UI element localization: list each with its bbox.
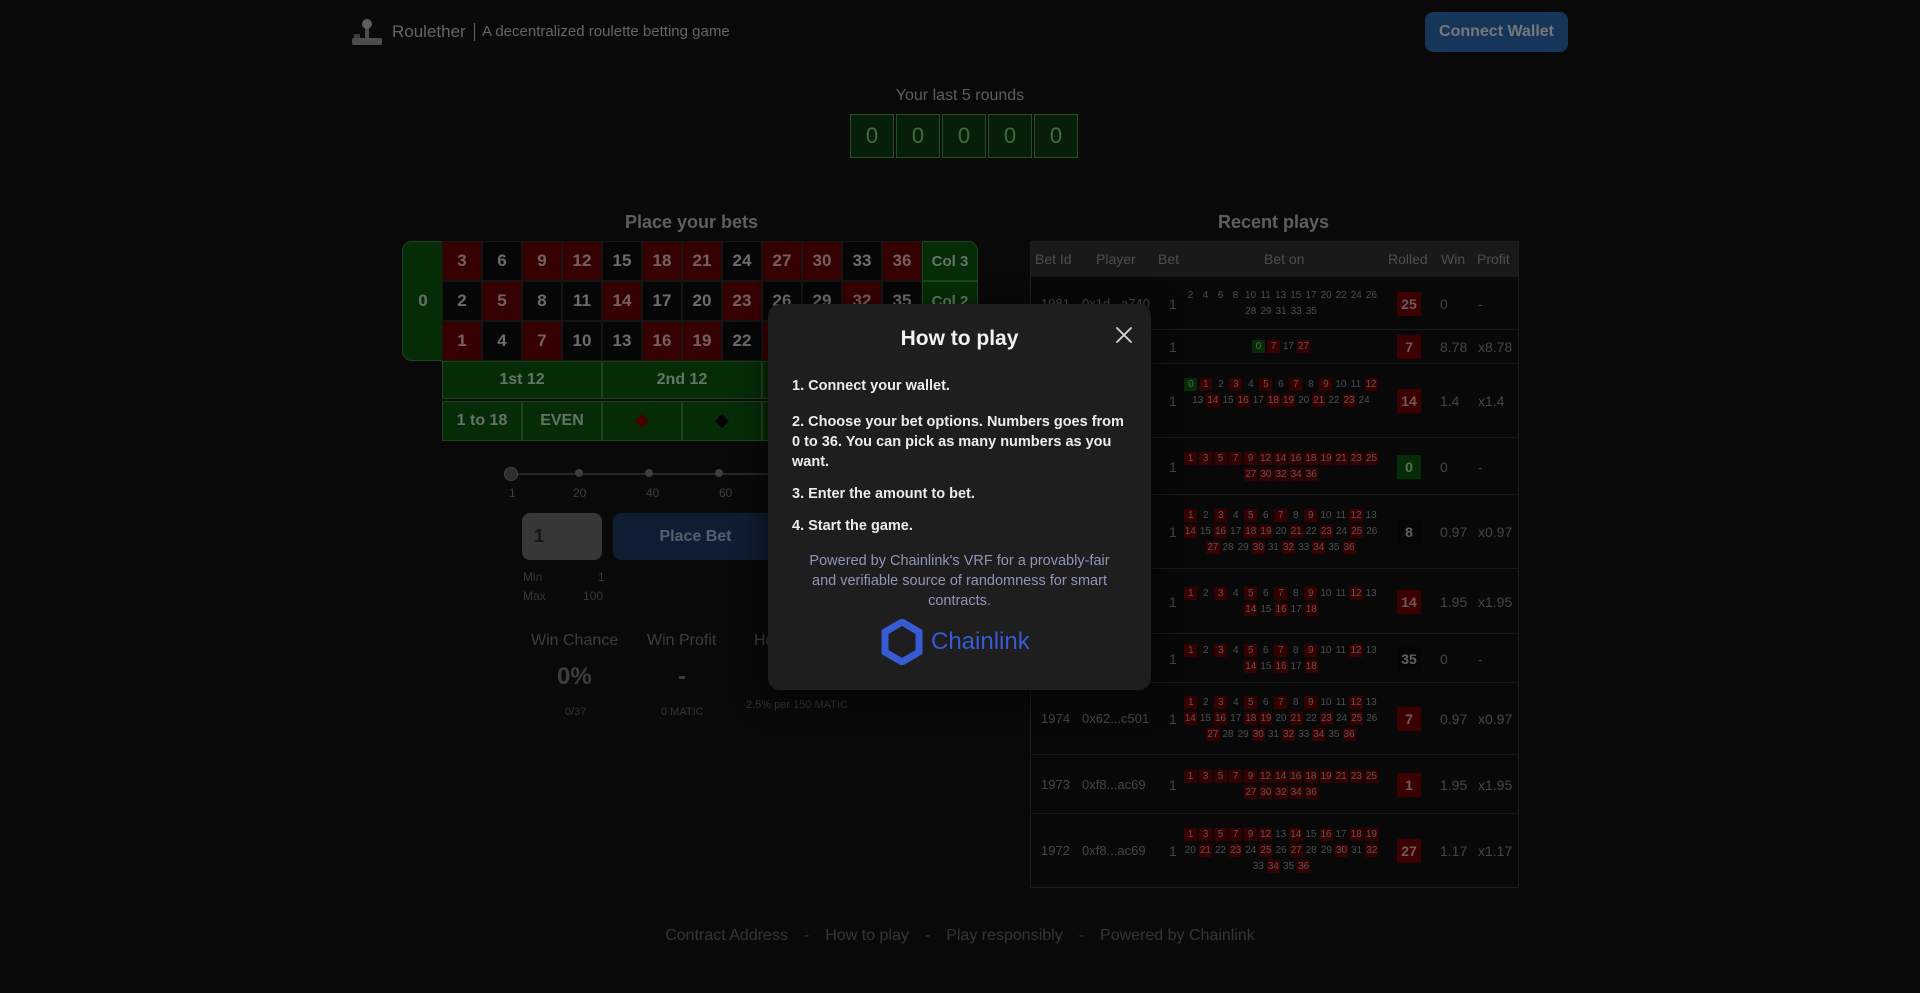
how-to-play-modal: How to play 1. Connect your wallet. 2. C… [768, 304, 1151, 690]
modal-step-3: 3. Enter the amount to bet. [792, 486, 975, 502]
chainlink-logo-text: Chainlink [931, 628, 1030, 655]
chainlink-logo[interactable]: Chainlink [881, 619, 1030, 665]
modal-step-2: 2. Choose your bet options. Numbers goes… [792, 414, 1124, 470]
modal-step-1: 1. Connect your wallet. [792, 378, 950, 394]
chainlink-hexagon-icon [881, 619, 923, 665]
close-icon[interactable] [1113, 324, 1135, 346]
modal-step-4: 4. Start the game. [792, 518, 913, 534]
modal-title: How to play [900, 327, 1019, 350]
modal-powered-text: Powered by Chainlink's VRF for a provabl… [809, 553, 1110, 609]
